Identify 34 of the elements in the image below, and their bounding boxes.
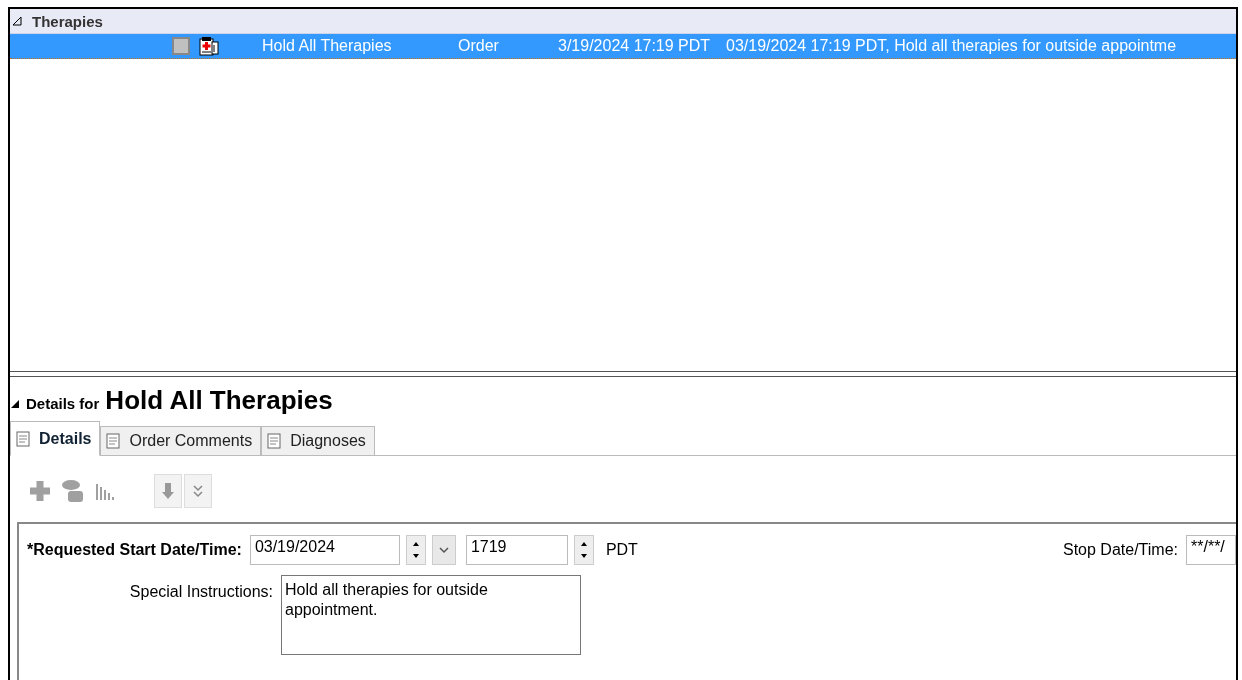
order-type: Order <box>458 37 500 55</box>
tab[interactable]: Details <box>10 421 101 456</box>
spinner-control[interactable] <box>405 535 426 565</box>
section-header[interactable]: Therapies <box>10 9 1236 34</box>
start-date-field[interactable]: 03/19/2024 <box>249 535 400 565</box>
tab[interactable]: Diagnoses <box>261 426 375 456</box>
spinner-control[interactable] <box>573 535 594 565</box>
down-arrow-icon <box>161 481 175 501</box>
order-details: 03/19/2024 17:19 PDT, Hold all therapies for outside appointme <box>726 37 1177 55</box>
collapse-icon[interactable] <box>10 399 20 409</box>
chevron-icon <box>438 546 449 554</box>
timezone-label: PDT <box>605 541 638 559</box>
start-time-field[interactable]: 1719 <box>465 535 568 565</box>
order-start-time: 3/19/2024 17:19 PDT <box>558 37 712 55</box>
order-name: Hold All Therapies <box>262 37 393 55</box>
tab[interactable]: Order Comments <box>100 426 262 456</box>
stop-date-field[interactable]: **/**/ <box>1186 535 1236 565</box>
start-date-label: *Requested Start Date/Time: <box>27 541 242 559</box>
collapse-icon[interactable] <box>12 16 22 26</box>
details-label: Details for <box>26 395 100 412</box>
expand-button[interactable] <box>184 474 212 508</box>
instructions-field[interactable]: Hold all therapies for outside appointment. <box>281 575 581 655</box>
details-title: Hold All Therapies <box>105 385 333 416</box>
checkbox[interactable] <box>172 37 190 55</box>
stop-date-label: Stop Date/Time: <box>1063 541 1178 559</box>
section-title: Therapies <box>32 12 103 30</box>
down-arrow-button[interactable] <box>154 474 182 508</box>
order-document-icon <box>198 36 220 56</box>
dropdown-button[interactable] <box>431 535 456 565</box>
double-chevron-icon <box>192 483 204 499</box>
document-icon <box>15 429 33 448</box>
add-icon[interactable] <box>28 480 52 502</box>
instructions-label: Special Instructions: <box>128 582 273 601</box>
pill-icon[interactable] <box>60 479 86 503</box>
